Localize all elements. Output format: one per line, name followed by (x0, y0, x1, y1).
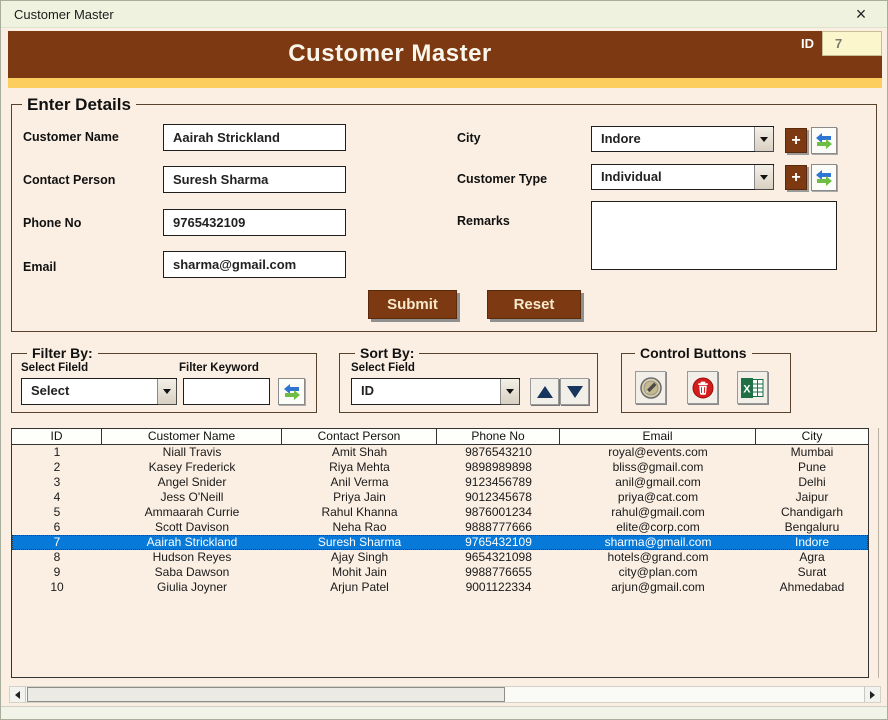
table-row[interactable]: 7Aairah Strickland Suresh Sharma97654321… (12, 535, 868, 550)
scroll-left-button[interactable] (10, 687, 26, 702)
add-city-button[interactable]: + (785, 128, 807, 153)
close-icon[interactable]: × (849, 3, 873, 25)
contact-person-input[interactable] (163, 166, 346, 193)
window-title: Customer Master (14, 7, 114, 22)
triangle-right-icon (870, 691, 875, 699)
excel-icon: X (740, 376, 765, 400)
col-header-city[interactable]: City (756, 429, 868, 444)
table-header-row: ID Customer Name Contact Person Phone No… (12, 429, 868, 445)
col-header-phone-no[interactable]: Phone No (437, 429, 560, 444)
triangle-up-icon (537, 386, 553, 398)
swap-arrows-icon (814, 131, 834, 151)
apply-filter-button[interactable] (278, 378, 305, 405)
sort-by-caption: Sort By: (355, 345, 419, 361)
customer-type-label: Customer Type (457, 172, 547, 186)
sort-ascending-button[interactable] (530, 378, 559, 405)
sort-descending-button[interactable] (560, 378, 589, 405)
swap-arrows-icon (814, 168, 834, 188)
contact-person-label: Contact Person (23, 173, 115, 187)
chevron-down-icon (163, 389, 171, 394)
triangle-down-icon (567, 386, 583, 398)
sort-field-value: ID (361, 383, 374, 398)
table-right-edge (878, 428, 879, 678)
scrollbar-thumb[interactable] (27, 687, 505, 702)
table-row[interactable]: 10Giulia Joyner Arjun Patel9001122334 ar… (12, 580, 868, 595)
email-input[interactable] (163, 251, 346, 278)
remarks-label: Remarks (457, 214, 510, 228)
filter-field-dropdown-button[interactable] (157, 379, 176, 404)
table-row[interactable]: 5Ammaarah Currie Rahul Khanna9876001234 … (12, 505, 868, 520)
city-dropdown-button[interactable] (754, 127, 773, 151)
window-bottom-edge (1, 706, 887, 720)
chevron-down-icon (506, 389, 514, 394)
table-row[interactable]: 9Saba Dawson Mohit Jain9988776655 city@p… (12, 565, 868, 580)
scroll-right-button[interactable] (864, 687, 880, 702)
chevron-down-icon (760, 137, 768, 142)
sort-field-label: Select Field (351, 362, 415, 374)
filter-field-label: Select FiIeld (21, 362, 88, 374)
pencil-icon (639, 376, 663, 400)
swap-arrows-icon (282, 382, 302, 402)
delete-button[interactable] (687, 371, 718, 404)
customer-type-dropdown-button[interactable] (754, 165, 773, 189)
table-body: 1Niall Travis Amit Shah9876543210 royal@… (12, 445, 868, 595)
customer-name-input[interactable] (163, 124, 346, 151)
id-field: 7 (822, 31, 882, 56)
control-buttons-caption: Control Buttons (635, 345, 752, 361)
page-title: Customer Master (8, 40, 882, 68)
col-header-customer-name[interactable]: Customer Name (102, 429, 282, 444)
table-row[interactable]: 4Jess O'Neill Priya Jain9012345678 priya… (12, 490, 868, 505)
chevron-down-icon (760, 175, 768, 180)
reset-button[interactable]: Reset (487, 290, 581, 319)
city-combobox[interactable]: Indore (591, 126, 774, 152)
customer-type-combobox[interactable]: Individual (591, 164, 774, 190)
col-header-id[interactable]: ID (12, 429, 102, 444)
customer-type-value: Individual (601, 169, 662, 184)
trash-icon (691, 376, 715, 400)
filter-field-value: Select (31, 383, 69, 398)
customer-table[interactable]: ID Customer Name Contact Person Phone No… (11, 428, 869, 678)
id-label: ID (801, 36, 814, 51)
sort-field-dropdown-button[interactable] (500, 379, 519, 404)
horizontal-scrollbar[interactable] (9, 686, 881, 703)
filter-keyword-label: Filter Keyword (179, 362, 259, 374)
filter-field-combobox[interactable]: Select (21, 378, 177, 405)
export-excel-button[interactable]: X (737, 371, 768, 404)
filter-keyword-input[interactable] (183, 378, 270, 405)
edit-button[interactable] (635, 371, 666, 404)
refresh-city-button[interactable] (811, 127, 837, 154)
filter-by-caption: Filter By: (27, 345, 98, 361)
table-row[interactable]: 1Niall Travis Amit Shah9876543210 royal@… (12, 445, 868, 460)
table-row[interactable]: 2Kasey Frederick Riya Mehta9898989898 bl… (12, 460, 868, 475)
col-header-email[interactable]: Email (560, 429, 756, 444)
customer-master-window: Customer Master × Customer Master ID 7 E… (0, 0, 888, 720)
add-customer-type-button[interactable]: + (785, 165, 807, 190)
customer-name-label: Customer Name (23, 130, 119, 144)
svg-text:X: X (743, 383, 751, 395)
table-row[interactable]: 3Angel Snider Anil Verma9123456789 anil@… (12, 475, 868, 490)
email-label: Email (23, 260, 56, 274)
titlebar: Customer Master × (1, 1, 887, 28)
phone-no-input[interactable] (163, 209, 346, 236)
phone-no-label: Phone No (23, 216, 81, 230)
enter-details-caption: Enter Details (22, 95, 136, 115)
city-value: Indore (601, 131, 641, 146)
city-label: City (457, 131, 481, 145)
table-row[interactable]: 6Scott Davison Neha Rao9888777666 elite@… (12, 520, 868, 535)
submit-button[interactable]: Submit (368, 290, 457, 319)
header-banner: Customer Master ID 7 (8, 31, 882, 78)
refresh-customer-type-button[interactable] (811, 164, 837, 191)
remarks-textarea[interactable] (591, 201, 837, 270)
triangle-left-icon (15, 691, 20, 699)
sort-field-combobox[interactable]: ID (351, 378, 520, 405)
col-header-contact-person[interactable]: Contact Person (282, 429, 437, 444)
table-row[interactable]: 8Hudson Reyes Ajay Singh9654321098 hotel… (12, 550, 868, 565)
accent-strip (8, 78, 882, 88)
